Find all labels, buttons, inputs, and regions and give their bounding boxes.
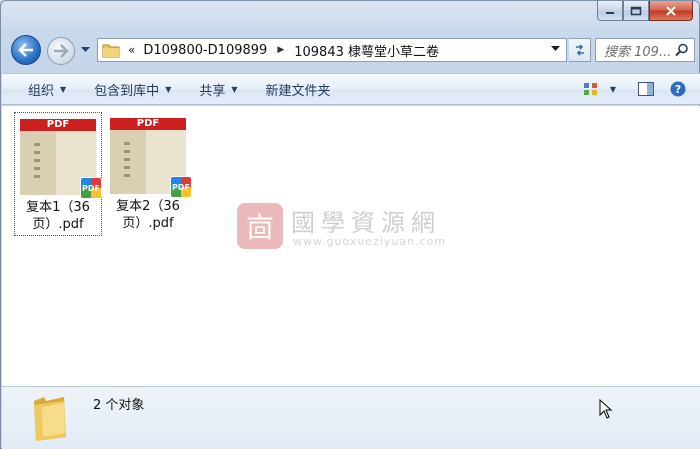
pdf-thumbnail: PDF PDF bbox=[110, 118, 192, 198]
svg-text:?: ? bbox=[675, 83, 681, 96]
view-options-dropdown[interactable]: ▼ bbox=[606, 78, 620, 100]
help-icon: ? bbox=[670, 81, 686, 97]
details-pane: 2 个对象 bbox=[2, 386, 700, 449]
help-button[interactable]: ? bbox=[664, 78, 692, 100]
chevron-down-icon: ▼ bbox=[60, 84, 67, 94]
arrow-left-icon bbox=[18, 43, 33, 57]
change-view-button[interactable] bbox=[576, 78, 606, 100]
include-in-library-label: 包含到库中 bbox=[94, 83, 160, 99]
navigation-bar: « D109800-D109899 ▶ 109843 棣萼堂小草二卷 搜索 10… bbox=[7, 33, 695, 67]
mouse-cursor-icon bbox=[599, 399, 613, 419]
pdf-header: PDF bbox=[20, 119, 96, 131]
explorer-window: « D109800-D109899 ▶ 109843 棣萼堂小草二卷 搜索 10… bbox=[0, 0, 700, 449]
recent-pages-button[interactable] bbox=[79, 43, 91, 57]
minimize-icon bbox=[606, 11, 614, 14]
organize-menu[interactable]: 组织 ▼ bbox=[18, 77, 76, 101]
watermark-title: 國學資源網 bbox=[291, 209, 441, 237]
breadcrumb-overflow[interactable]: « bbox=[126, 43, 139, 57]
command-bar: 组织 ▼ 包含到库中 ▼ 共享 ▼ 新建文件夹 ▼ ? bbox=[2, 73, 700, 105]
pdf-badge-icon: PDF bbox=[80, 177, 102, 199]
refresh-button[interactable] bbox=[569, 38, 591, 62]
breadcrumb: « D109800-D109899 ▶ 109843 棣萼堂小草二卷 bbox=[126, 41, 443, 60]
pdf-badge-icon: PDF bbox=[170, 176, 192, 198]
forward-button[interactable] bbox=[47, 37, 75, 65]
include-in-library-menu[interactable]: 包含到库中 ▼ bbox=[84, 77, 181, 101]
close-icon bbox=[666, 5, 676, 16]
search-icon[interactable] bbox=[675, 43, 689, 57]
file-item[interactable]: PDF PDF 复本2（36页）.pdf bbox=[104, 112, 192, 236]
breadcrumb-item-current[interactable]: 109843 棣萼堂小草二卷 bbox=[290, 41, 443, 60]
address-dropdown-icon[interactable] bbox=[551, 46, 560, 52]
address-bar[interactable]: « D109800-D109899 ▶ 109843 棣萼堂小草二卷 bbox=[97, 38, 567, 62]
preview-pane-icon bbox=[638, 82, 654, 96]
item-count: 2 个对象 bbox=[93, 398, 145, 413]
view-grid-icon bbox=[584, 83, 597, 95]
arrow-right-icon bbox=[54, 44, 69, 58]
preview-pane-button[interactable] bbox=[632, 78, 660, 100]
back-button[interactable] bbox=[11, 35, 41, 65]
chevron-down-icon: ▼ bbox=[165, 84, 172, 94]
close-button[interactable] bbox=[649, 1, 693, 21]
breadcrumb-separator-icon[interactable]: ▶ bbox=[271, 45, 290, 55]
watermark-url: www.guoxueziyuan.com bbox=[293, 235, 447, 248]
file-name[interactable]: 复本1（36页）.pdf bbox=[15, 199, 101, 233]
share-menu[interactable]: 共享 ▼ bbox=[189, 77, 247, 101]
maximize-button[interactable] bbox=[623, 1, 649, 21]
watermark: 㐭 國學資源網 www.guoxueziyuan.com bbox=[237, 201, 467, 261]
pdf-thumbnail: PDF PDF bbox=[20, 119, 102, 199]
view-controls: ▼ ? bbox=[576, 78, 692, 100]
new-folder-button[interactable]: 新建文件夹 bbox=[256, 77, 341, 101]
search-input[interactable]: 搜索 109... bbox=[604, 41, 674, 60]
pdf-header: PDF bbox=[110, 118, 186, 130]
maximize-icon bbox=[630, 6, 642, 15]
refresh-icon bbox=[575, 44, 584, 56]
share-label: 共享 bbox=[199, 83, 226, 99]
chevron-down-icon: ▼ bbox=[231, 84, 238, 94]
search-box[interactable]: 搜索 109... bbox=[595, 38, 695, 62]
file-list-pane[interactable]: PDF PDF 复本1（36页）.pdf PDF PDF 复本2（36页）.pd… bbox=[2, 106, 700, 386]
folder-icon bbox=[102, 44, 120, 58]
chevron-down-icon bbox=[80, 47, 90, 52]
breadcrumb-item[interactable]: D109800-D109899 bbox=[139, 43, 271, 58]
caption-buttons bbox=[597, 1, 693, 21]
file-item[interactable]: PDF PDF 复本1（36页）.pdf bbox=[14, 112, 102, 236]
organize-label: 组织 bbox=[28, 83, 55, 99]
watermark-logo-icon: 㐭 bbox=[237, 203, 283, 249]
new-folder-label: 新建文件夹 bbox=[265, 83, 331, 99]
file-name[interactable]: 复本2（36页）.pdf bbox=[104, 198, 192, 232]
folder-icon bbox=[34, 397, 66, 441]
minimize-button[interactable] bbox=[597, 1, 623, 21]
